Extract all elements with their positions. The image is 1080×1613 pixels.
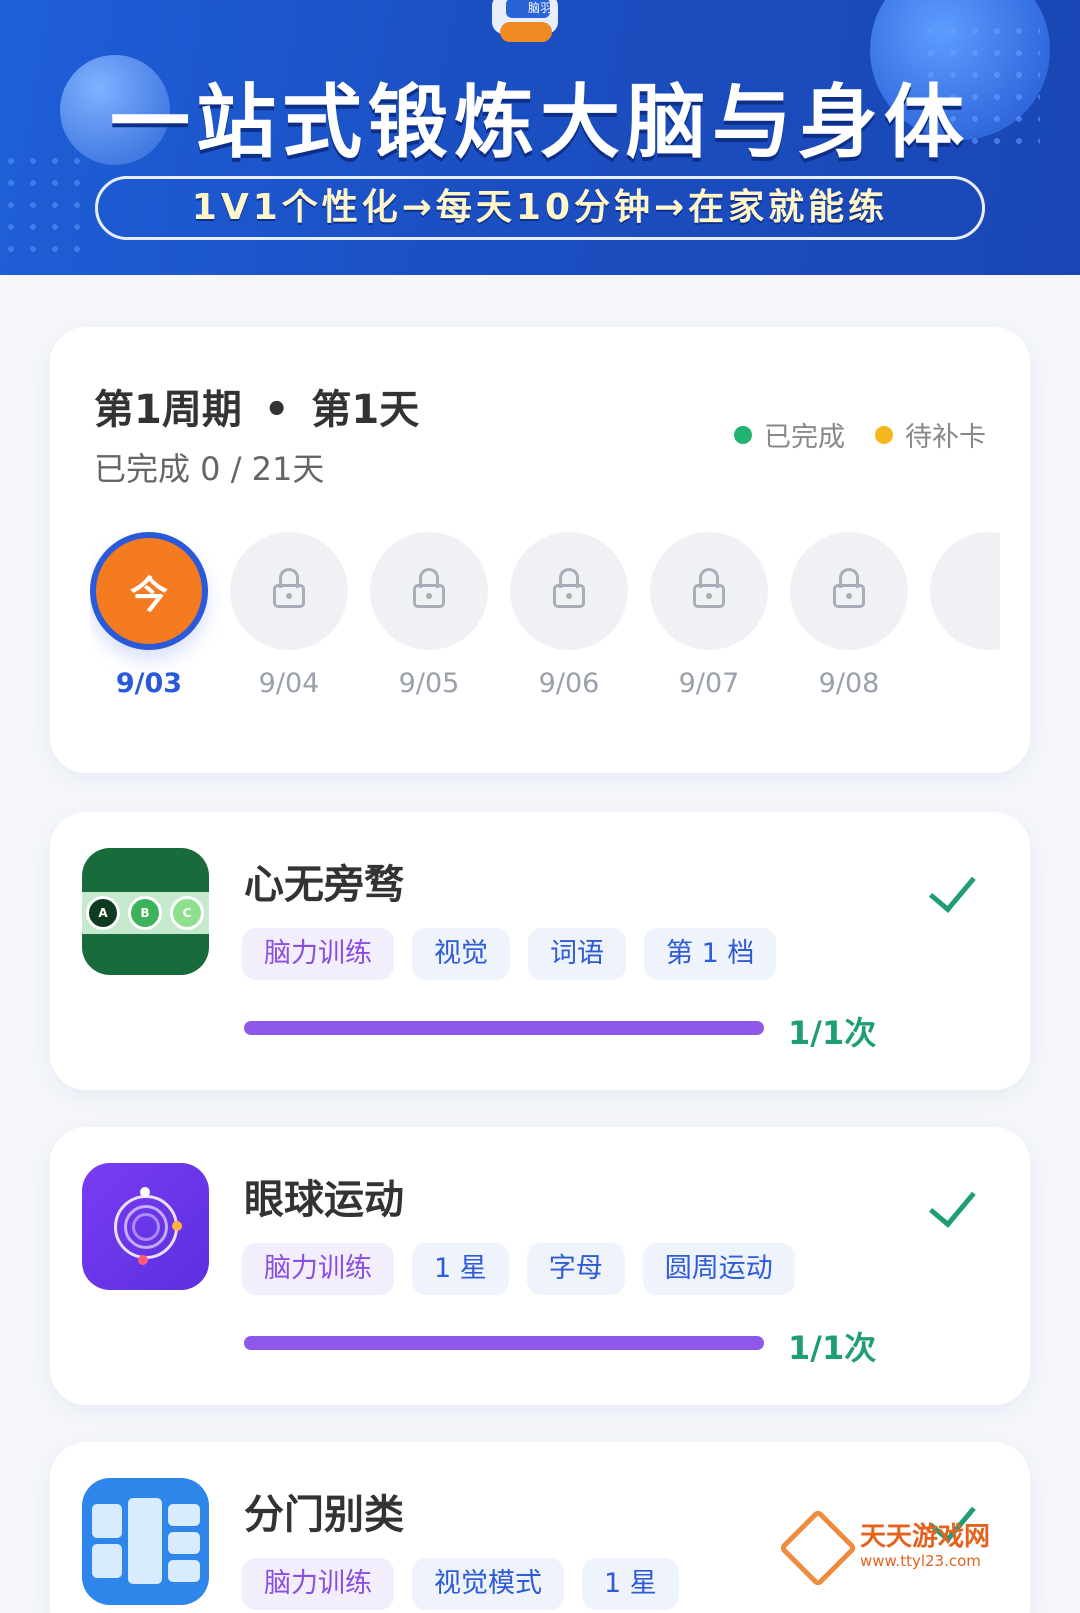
watermark: 天天游戏网 www.ttyl23.com — [778, 1508, 1050, 1592]
task-tags: 脑力训练 1 星 字母 圆周运动 — [242, 1243, 795, 1295]
cycle-label: 第1周期 — [94, 387, 242, 433]
progress-bar — [244, 1336, 764, 1350]
task-tags: 脑力训练 视觉模式 1 星 — [242, 1558, 679, 1610]
mascot-icon: 脑羽 — [470, 0, 580, 46]
checkmark-icon — [918, 860, 970, 900]
day-circle[interactable] — [650, 532, 768, 650]
lock-icon — [693, 568, 725, 608]
day-circle[interactable] — [370, 532, 488, 650]
tag: 词语 — [528, 928, 626, 980]
day-date: 9/06 — [538, 668, 600, 699]
watermark-url: www.ttyl23.com — [860, 1552, 981, 1570]
banner-subtitle: 1V1个性化→每天10分钟→在家就能练 — [95, 176, 985, 240]
day-date: 9/03 — [115, 668, 183, 699]
mascot-tag: 脑羽 — [506, 0, 552, 18]
lock-icon — [833, 568, 865, 608]
task-name: 眼球运动 — [244, 1177, 404, 1223]
tag: 圆周运动 — [642, 1243, 795, 1295]
day-date: 9/08 — [818, 668, 880, 699]
tag: 1 星 — [582, 1558, 679, 1610]
day-date: 9/05 — [398, 668, 460, 699]
day-item[interactable]: 9/06 — [510, 532, 628, 699]
orbit-icon — [82, 1163, 209, 1290]
tag: 视觉 — [412, 928, 510, 980]
task-tags: 脑力训练 视觉 词语 第 1 档 — [242, 928, 777, 980]
pending-dot-icon — [875, 425, 893, 444]
progress-count: 1/1次 — [788, 1014, 877, 1052]
period-title: 第1周期 • 第1天 — [94, 377, 419, 435]
tag: 脑力训练 — [242, 1558, 394, 1610]
legend-pending: 待补卡 — [905, 422, 986, 453]
task-name: 分门别类 — [244, 1492, 404, 1538]
watermark-title: 天天游戏网 — [860, 1522, 991, 1552]
task-name: 心无旁骛 — [244, 862, 404, 908]
banner-headline: 一站式锻炼大脑与身体 — [110, 76, 970, 169]
tag: 视觉模式 — [412, 1558, 564, 1610]
tag: 第 1 档 — [644, 928, 777, 980]
day-circle[interactable] — [790, 532, 908, 650]
day-item-partial[interactable] — [930, 532, 1000, 650]
checkmark-icon — [918, 1175, 970, 1215]
day-item[interactable]: 9/05 — [370, 532, 488, 699]
task-card[interactable]: A B C 心无旁骛 脑力训练 视觉 词语 第 1 档 1/1次 — [50, 812, 1030, 1090]
legend-completed: 已完成 — [764, 422, 845, 453]
day-item[interactable]: 9/08 — [790, 532, 908, 699]
today-label: 今 — [129, 572, 168, 617]
lock-icon — [553, 568, 585, 608]
period-card: 第1周期 • 第1天 已完成 0 / 21天 已完成 待补卡 今 9/03 9/04… — [50, 327, 1030, 773]
today-circle[interactable]: 今 — [90, 532, 208, 650]
tag: 脑力训练 — [242, 1243, 394, 1295]
day-circle[interactable] — [510, 532, 628, 650]
lock-icon — [413, 568, 445, 608]
day-item[interactable]: 9/07 — [650, 532, 768, 699]
lock-icon — [273, 568, 305, 608]
progress-bar — [244, 1021, 764, 1035]
tag: 1 星 — [412, 1243, 509, 1295]
day-item[interactable]: 9/04 — [230, 532, 348, 699]
status-legend: 已完成 待补卡 — [734, 415, 986, 454]
day-circle[interactable] — [930, 532, 1000, 650]
task-card[interactable]: 眼球运动 脑力训练 1 星 字母 圆周运动 1/1次 — [50, 1127, 1030, 1405]
tag: 字母 — [526, 1243, 625, 1295]
completed-dot-icon — [734, 425, 752, 444]
grid-blocks-icon — [82, 1478, 209, 1605]
abc-balls-icon: A B C — [82, 848, 209, 975]
day-date: 9/07 — [678, 668, 740, 699]
title-separator: • — [263, 387, 290, 433]
day-date: 9/04 — [258, 668, 320, 699]
progress-count: 1/1次 — [788, 1329, 877, 1367]
watermark-logo-icon — [778, 1508, 858, 1588]
promo-banner[interactable]: 脑羽 一站式锻炼大脑与身体 1V1个性化→每天10分钟→在家就能练 — [0, 0, 1080, 275]
completed-progress-text: 已完成 0 / 21天 — [94, 450, 325, 488]
day-circle[interactable] — [230, 532, 348, 650]
tag: 脑力训练 — [242, 928, 394, 980]
day-label: 第1天 — [311, 387, 420, 433]
day-strip[interactable]: 今 9/03 9/04 9/05 9/06 9/07 9/08 — [90, 532, 1000, 702]
day-item-today[interactable]: 今 9/03 — [90, 532, 208, 699]
